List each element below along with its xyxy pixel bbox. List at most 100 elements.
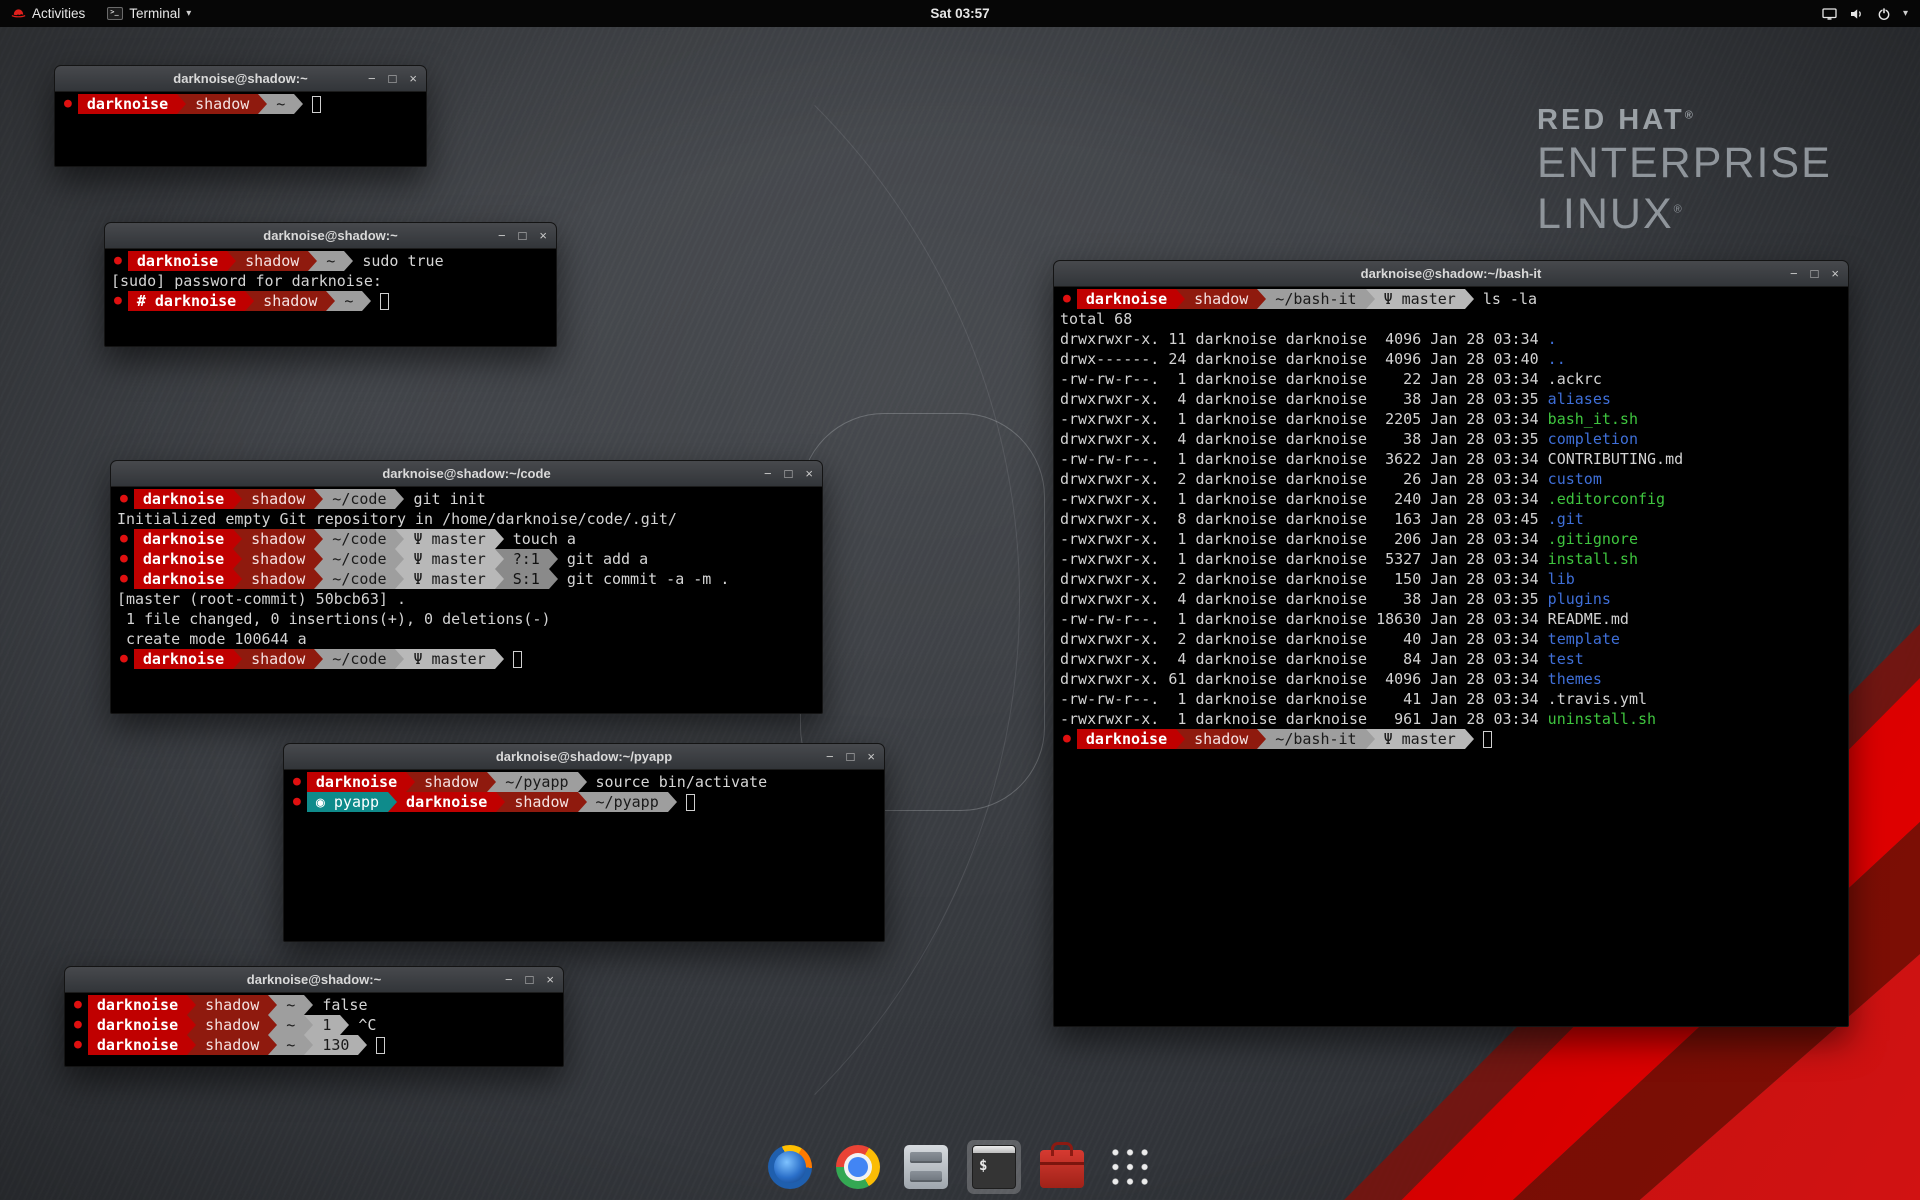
dock-item-toolbox[interactable] (1035, 1141, 1089, 1193)
prompt-segment-os: ● (117, 569, 134, 589)
terminal-line: ●darknoiseshadow~130 (71, 1035, 557, 1055)
close-button[interactable]: × (409, 72, 417, 85)
prompt-segment-path: ~/code (323, 529, 395, 549)
powerline-separator (304, 1035, 313, 1055)
minimize-button[interactable]: − (1790, 267, 1798, 280)
files-icon (904, 1145, 948, 1189)
typed-command: git commit -a -m . (558, 569, 730, 589)
maximize-button[interactable]: □ (1811, 267, 1819, 280)
redhat-branding: RED HAT® ENTERPRISE LINUX® (1537, 104, 1832, 239)
branding-redhat: RED HAT® (1537, 104, 1832, 137)
window-titlebar[interactable]: darknoise@shadow:~ − □ × (105, 223, 556, 249)
terminal-content[interactable]: ●darknoiseshadow~/pyappsource bin/activa… (284, 770, 884, 941)
ls-row-meta: drwxrwxr-x. 2 darknoise darknoise 150 Ja… (1060, 570, 1548, 588)
minimize-button[interactable]: − (764, 467, 772, 480)
powerline-separator (314, 549, 323, 569)
prompt-segment-path: ~ (335, 291, 362, 311)
maximize-button[interactable]: □ (847, 750, 855, 763)
maximize-button[interactable]: □ (389, 72, 397, 85)
ls-row-meta: -rw-rw-r--. 1 darknoise darknoise 18630 … (1060, 610, 1548, 628)
app-menu-label: Terminal (129, 6, 180, 21)
dock-item-app-grid[interactable] (1103, 1140, 1157, 1194)
prompt-segment-os: ● (290, 792, 307, 812)
firefox-icon (768, 1145, 812, 1189)
minimize-button[interactable]: − (368, 72, 376, 85)
close-button[interactable]: × (805, 467, 813, 480)
terminal-content[interactable]: ●darknoiseshadow~/bash-itΨ masterls -lat… (1054, 287, 1848, 1026)
ls-row: -rwxrwxr-x. 1 darknoise darknoise 2205 J… (1060, 409, 1842, 429)
clock[interactable]: Sat 03:57 (930, 6, 989, 21)
prompt-segment-path: ~ (277, 995, 304, 1015)
terminal-content[interactable]: ●darknoiseshadow~false●darknoiseshadow~1… (65, 993, 563, 1066)
prompt-segment-host: shadow (196, 1015, 268, 1035)
maximize-button[interactable]: □ (785, 467, 793, 480)
powerline-separator (495, 549, 504, 569)
ls-row: -rw-rw-r--. 1 darknoise darknoise 41 Jan… (1060, 689, 1842, 709)
ls-row-meta: -rwxrwxr-x. 1 darknoise darknoise 206 Ja… (1060, 530, 1548, 548)
powerline-separator (549, 549, 558, 569)
terminal-line: ●darknoiseshadow~/codeΨ masterS:1git com… (117, 569, 816, 589)
window-title: darknoise@shadow:~/code (382, 466, 550, 481)
prompt-segment-host: shadow (1185, 729, 1257, 749)
terminal-content[interactable]: ●darknoiseshadow~/codegit initInitialize… (111, 487, 822, 713)
window-titlebar[interactable]: darknoise@shadow:~ − □ × (65, 967, 563, 993)
terminal-line: ●darknoiseshadow~/codeΨ mastertouch a (117, 529, 816, 549)
power-icon (1876, 6, 1892, 22)
terminal-content[interactable]: ●darknoiseshadow~sudo true[sudo] passwor… (105, 249, 556, 346)
typed-command: touch a (504, 529, 576, 549)
minimize-button[interactable]: − (826, 750, 834, 763)
prompt-segment-venv: ◉ pyapp (307, 792, 388, 812)
powerline-separator (358, 1035, 367, 1055)
prompt-segment-host: shadow (254, 291, 326, 311)
powerline-separator (233, 549, 242, 569)
prompt-segment-os: ● (111, 251, 128, 271)
close-button[interactable]: × (867, 750, 875, 763)
close-button[interactable]: × (1831, 267, 1839, 280)
terminal-cursor (513, 651, 522, 668)
maximize-button[interactable]: □ (526, 973, 534, 986)
ls-row: -rwxrwxr-x. 1 darknoise darknoise 5327 J… (1060, 549, 1842, 569)
typed-command: git init (404, 489, 485, 509)
system-tray[interactable]: ▾ (1809, 0, 1920, 27)
powerline-separator (395, 549, 404, 569)
prompt-segment-host: shadow (242, 489, 314, 509)
close-button[interactable]: × (539, 229, 547, 242)
window-titlebar[interactable]: darknoise@shadow:~ − □ × (55, 66, 426, 92)
typed-command: ls -la (1474, 289, 1537, 309)
powerline-separator (268, 1015, 277, 1035)
terminal-content[interactable]: ●darknoiseshadow~ (55, 92, 426, 166)
chevron-down-icon: ▾ (1903, 8, 1908, 19)
app-menu[interactable]: Terminal ▾ (96, 0, 202, 27)
ls-row: drwxrwxr-x. 4 darknoise darknoise 38 Jan… (1060, 389, 1842, 409)
prompt-segment-host: shadow (505, 792, 577, 812)
prompt-segment-user: darknoise (1077, 289, 1176, 309)
close-button[interactable]: × (546, 973, 554, 986)
minimize-button[interactable]: − (505, 973, 513, 986)
ls-row-filename: .git (1548, 510, 1584, 528)
ls-row-filename: lib (1548, 570, 1575, 588)
activities-button[interactable]: Activities (0, 0, 96, 27)
dock-item-chrome[interactable] (831, 1140, 885, 1194)
app-grid-icon (1108, 1145, 1152, 1189)
dock-item-terminal[interactable] (967, 1140, 1021, 1194)
window-titlebar[interactable]: darknoise@shadow:~/bash-it − □ × (1054, 261, 1848, 287)
ls-row-filename: install.sh (1548, 550, 1638, 568)
window-titlebar[interactable]: darknoise@shadow:~/code − □ × (111, 461, 822, 487)
prompt-segment-git: Ψ master (1375, 289, 1465, 309)
ls-row: drwxrwxr-x. 2 darknoise darknoise 40 Jan… (1060, 629, 1842, 649)
ls-row: -rwxrwxr-x. 1 darknoise darknoise 961 Ja… (1060, 709, 1842, 729)
chrome-icon (836, 1145, 880, 1189)
prompt-segment-path: ~/code (323, 489, 395, 509)
maximize-button[interactable]: □ (519, 229, 527, 242)
prompt-segment-path: ~/code (323, 649, 395, 669)
ls-row-meta: -rwxrwxr-x. 1 darknoise darknoise 5327 J… (1060, 550, 1548, 568)
terminal-output-line: [master (root-commit) 50bcb63] . (117, 589, 816, 609)
typed-command: sudo true (353, 251, 443, 271)
minimize-button[interactable]: − (498, 229, 506, 242)
ls-row-filename: README.md (1548, 610, 1629, 628)
dock-item-firefox[interactable] (763, 1140, 817, 1194)
window-titlebar[interactable]: darknoise@shadow:~/pyapp − □ × (284, 744, 884, 770)
ls-row-filename: bash_it.sh (1548, 410, 1638, 428)
dock-item-files[interactable] (899, 1140, 953, 1194)
prompt-segment-user: darknoise (88, 1035, 187, 1055)
